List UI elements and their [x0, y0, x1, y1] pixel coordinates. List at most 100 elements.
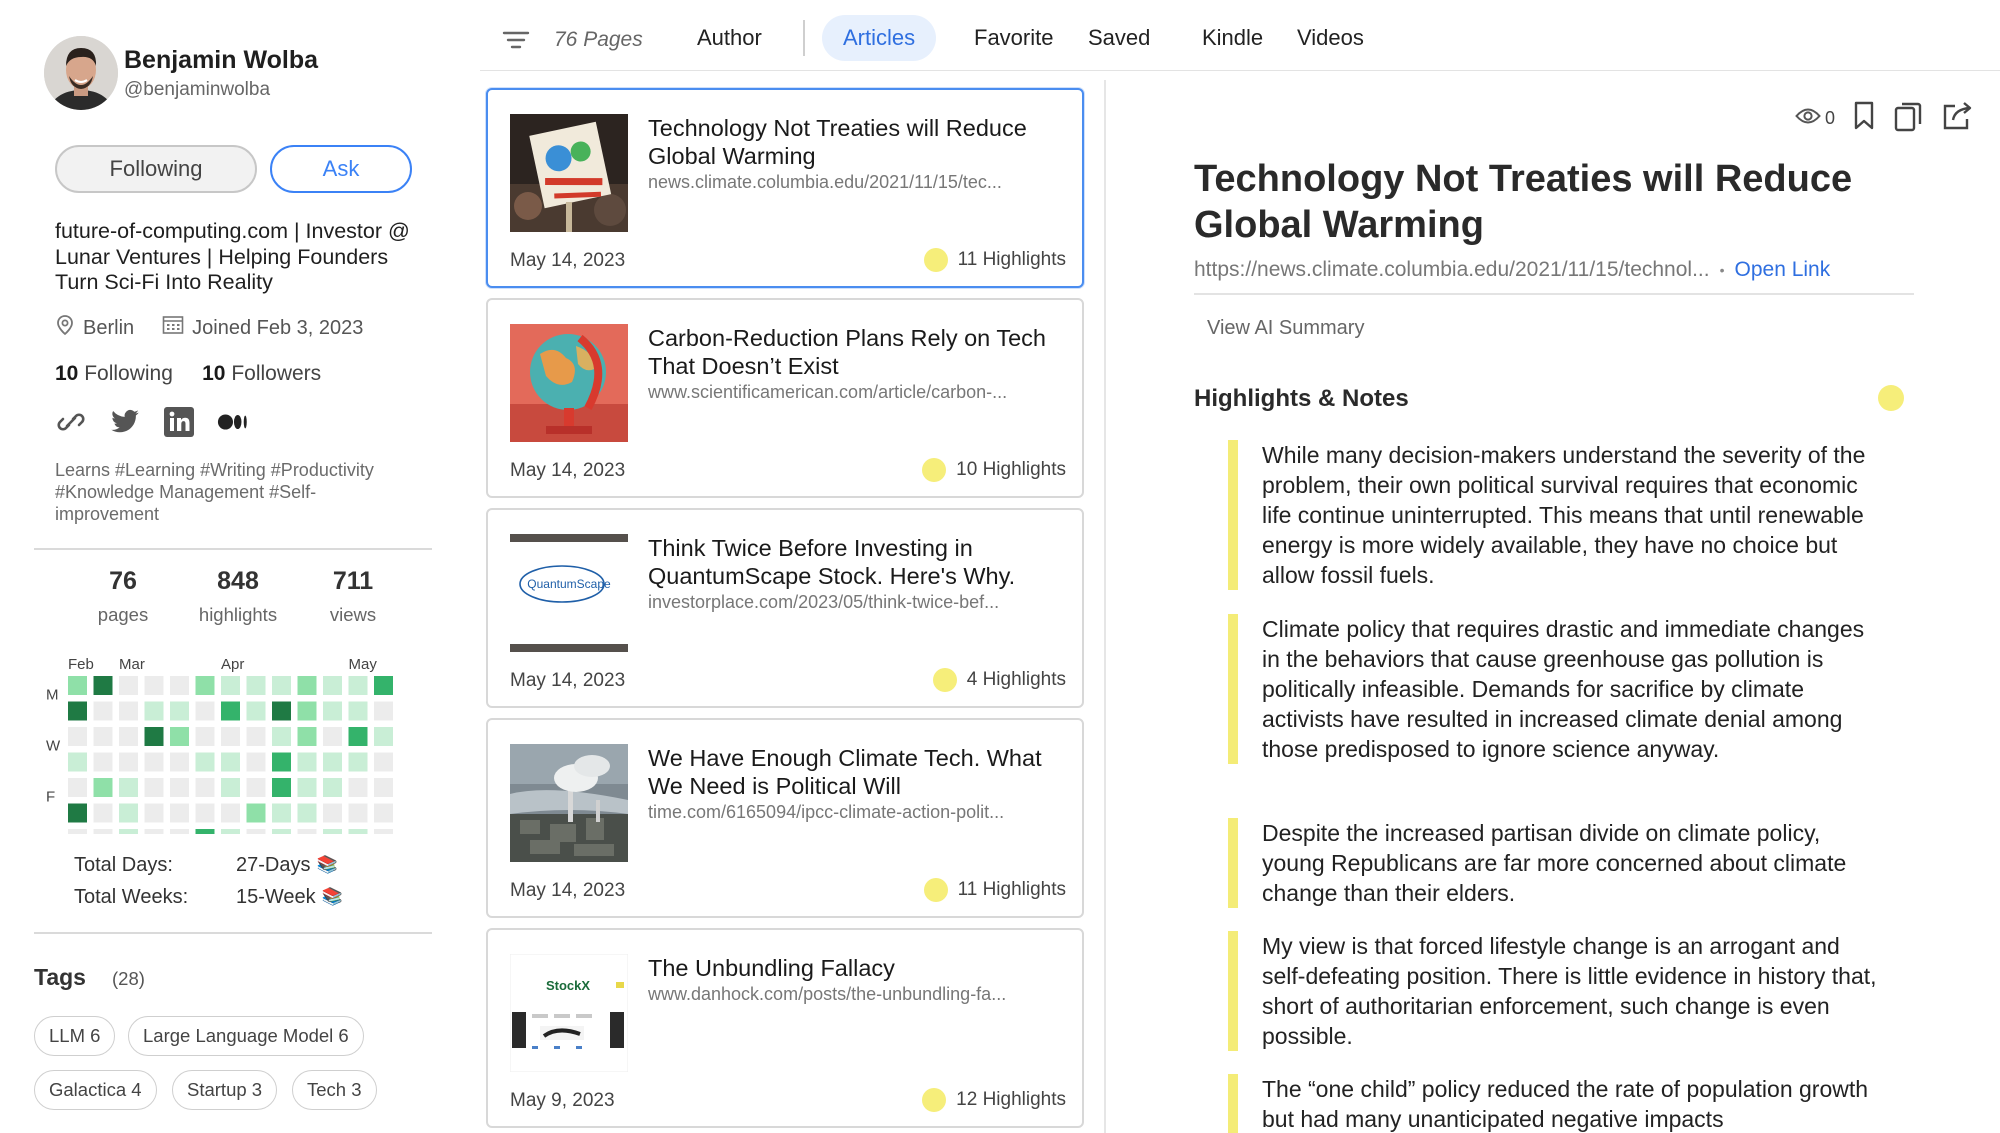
highlight-quote[interactable]: The “one child” policy reduced the rate …	[1228, 1074, 1878, 1133]
heatmap-cell[interactable]	[323, 752, 342, 772]
article-title[interactable]: Technology Not Treaties will Reduce Glob…	[648, 114, 1058, 170]
heatmap-cell[interactable]	[374, 701, 393, 721]
heatmap-cell[interactable]	[119, 752, 138, 772]
heatmap-cell[interactable]	[221, 778, 240, 797]
heatmap-cell[interactable]	[297, 676, 317, 695]
heatmap-cell[interactable]	[119, 829, 138, 834]
heatmap-cell[interactable]	[246, 727, 266, 746]
tag-chip[interactable]: Galactica 4	[34, 1070, 157, 1110]
article-card[interactable]: QuantumScape Think Twice Before Investin…	[486, 508, 1084, 708]
heatmap-cell[interactable]	[297, 829, 317, 834]
article-card[interactable]: Carbon-Reduction Plans Rely on Tech That…	[486, 298, 1084, 498]
ask-button[interactable]: Ask	[270, 145, 412, 193]
heatmap-cell[interactable]	[348, 727, 368, 746]
heatmap-cell[interactable]	[93, 803, 113, 823]
heatmap-cell[interactable]	[195, 752, 215, 772]
tab-saved[interactable]: Saved	[1067, 15, 1171, 61]
heatmap-cell[interactable]	[170, 829, 189, 834]
filter-icon[interactable]	[502, 28, 530, 57]
heatmap-cell[interactable]	[68, 829, 87, 834]
heatmap-cell[interactable]	[221, 752, 240, 772]
following-count[interactable]: 10	[55, 362, 78, 385]
followers-label[interactable]: Followers	[231, 362, 321, 385]
heatmap-cell[interactable]	[170, 778, 189, 797]
heatmap-cell[interactable]	[348, 803, 368, 823]
highlight-quote[interactable]: Despite the increased partisan divide on…	[1228, 818, 1878, 908]
heatmap-cell[interactable]	[246, 752, 266, 772]
heatmap-cell[interactable]	[374, 676, 393, 695]
heatmap-cell[interactable]	[170, 752, 189, 772]
article-title[interactable]: Think Twice Before Investing in QuantumS…	[648, 534, 1058, 590]
heatmap-cell[interactable]	[144, 727, 164, 746]
heatmap-cell[interactable]	[170, 803, 189, 823]
heatmap-cell[interactable]	[246, 829, 266, 834]
heatmap-cell[interactable]	[195, 727, 215, 746]
tab-author[interactable]: Author	[676, 15, 783, 61]
heatmap-cell[interactable]	[272, 727, 291, 746]
heatmap-cell[interactable]	[119, 803, 138, 823]
heatmap-cell[interactable]	[272, 676, 291, 695]
twitter-icon[interactable]	[109, 406, 141, 438]
heatmap-cell[interactable]	[93, 778, 113, 797]
heatmap-cell[interactable]	[348, 778, 368, 797]
article-card[interactable]: StockX The Unbundling Fallacy www.danhoc…	[486, 928, 1084, 1128]
heatmap-cell[interactable]	[297, 752, 317, 772]
article-card[interactable]: Technology Not Treaties will Reduce Glob…	[486, 88, 1084, 288]
tag-chip[interactable]: Large Language Model 6	[128, 1016, 364, 1056]
link-icon[interactable]	[55, 406, 87, 438]
heatmap-cell[interactable]	[374, 752, 393, 772]
heatmap-cell[interactable]	[272, 778, 291, 797]
heatmap-cell[interactable]	[297, 778, 317, 797]
heatmap-cell[interactable]	[68, 803, 87, 823]
avatar[interactable]	[44, 36, 118, 110]
heatmap-cell[interactable]	[68, 752, 87, 772]
heatmap-cell[interactable]	[323, 803, 342, 823]
heatmap-cell[interactable]	[348, 676, 368, 695]
heatmap-cell[interactable]	[374, 829, 393, 834]
heatmap-cell[interactable]	[93, 727, 113, 746]
tab-favorite[interactable]: Favorite	[953, 15, 1074, 61]
heatmap-cell[interactable]	[246, 778, 266, 797]
heatmap-cell[interactable]	[221, 803, 240, 823]
medium-icon[interactable]	[217, 406, 249, 438]
article-title[interactable]: Carbon-Reduction Plans Rely on Tech That…	[648, 324, 1058, 380]
heatmap-cell[interactable]	[195, 829, 215, 834]
heatmap-cell[interactable]	[323, 701, 342, 721]
tab-kindle[interactable]: Kindle	[1181, 15, 1284, 61]
heatmap-cell[interactable]	[297, 727, 317, 746]
heatmap-cell[interactable]	[221, 701, 240, 721]
article-card[interactable]: We Have Enough Climate Tech. What We Nee…	[486, 718, 1084, 918]
heatmap-cell[interactable]	[221, 829, 240, 834]
heatmap-cell[interactable]	[68, 676, 87, 695]
following-label[interactable]: Following	[84, 362, 173, 385]
heatmap-cell[interactable]	[221, 727, 240, 746]
highlight-quote[interactable]: Climate policy that requires drastic and…	[1228, 614, 1878, 764]
heatmap-cell[interactable]	[348, 752, 368, 772]
open-link[interactable]: Open Link	[1735, 258, 1831, 282]
heatmap-cell[interactable]	[119, 778, 138, 797]
heatmap-cell[interactable]	[170, 701, 189, 721]
heatmap-cell[interactable]	[170, 727, 189, 746]
tag-chip[interactable]: Startup 3	[172, 1070, 278, 1110]
article-title[interactable]: The Unbundling Fallacy	[648, 954, 1058, 982]
heatmap-cell[interactable]	[272, 701, 291, 721]
heatmap-cell[interactable]	[68, 778, 87, 797]
heatmap-cell[interactable]	[348, 701, 368, 721]
heatmap-cell[interactable]	[144, 778, 164, 797]
tab-videos[interactable]: Videos	[1276, 15, 1385, 61]
heatmap-cell[interactable]	[119, 727, 138, 746]
copy-icon[interactable]	[1893, 100, 1923, 137]
heatmap-cell[interactable]	[246, 701, 266, 721]
heatmap-cell[interactable]	[297, 803, 317, 823]
heatmap-cell[interactable]	[93, 829, 113, 834]
heatmap-cell[interactable]	[323, 778, 342, 797]
tag-chip[interactable]: Tech 3	[292, 1070, 377, 1110]
heatmap-cell[interactable]	[119, 701, 138, 721]
heatmap-cell[interactable]	[246, 676, 266, 695]
heatmap-cell[interactable]	[374, 778, 393, 797]
heatmap-cell[interactable]	[144, 829, 164, 834]
heatmap-cell[interactable]	[195, 803, 215, 823]
highlight-color-picker[interactable]	[1878, 385, 1904, 411]
heatmap-cell[interactable]	[68, 701, 87, 721]
heatmap-cell[interactable]	[246, 803, 266, 823]
